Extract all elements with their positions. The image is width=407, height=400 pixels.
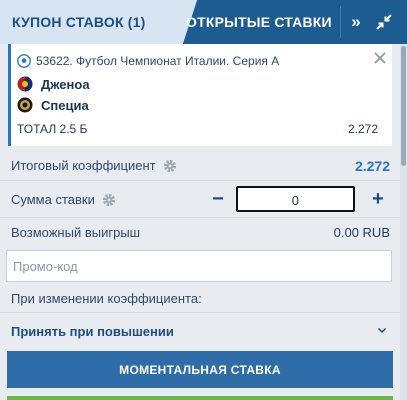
divider bbox=[0, 312, 407, 313]
double-chevron-right-icon[interactable]: » bbox=[341, 0, 371, 44]
odds-change-select[interactable]: Принять при повышении bbox=[0, 316, 400, 346]
tab-coupon[interactable]: КУПОН СТАВОК (1) bbox=[0, 0, 175, 44]
stake-increase-button[interactable]: + bbox=[360, 181, 396, 217]
market-odd: 2.272 bbox=[347, 122, 378, 136]
betslip-tabbar: КУПОН СТАВОК (1) ОТКРЫТЫЕ СТАВКИ » bbox=[0, 0, 407, 44]
promo-code-placeholder: Промо-код bbox=[13, 259, 78, 274]
scrollbar-thumb[interactable] bbox=[401, 46, 406, 166]
team-away-name: Специа bbox=[41, 97, 89, 113]
total-odds-value: 2.272 bbox=[354, 158, 390, 174]
spezia-logo-icon bbox=[17, 97, 33, 113]
odds-change-selected: Принять при повышении bbox=[11, 324, 174, 339]
gear-icon[interactable] bbox=[102, 193, 116, 207]
team-home-name: Дженоа bbox=[41, 76, 90, 92]
stake-row: Сумма ставки bbox=[11, 192, 116, 207]
stake-value: 0 bbox=[291, 193, 299, 208]
total-odds-row: Итоговый коэффициент bbox=[11, 158, 177, 173]
chevron-down-icon bbox=[377, 327, 387, 334]
stake-label: Сумма ставки bbox=[11, 192, 95, 207]
bet-card: 53622. Футбол Чемпионат Италии. Серия А … bbox=[8, 44, 392, 146]
possible-win-value: 0.00 RUB bbox=[333, 225, 390, 240]
team-home: Дженоа bbox=[17, 76, 90, 92]
total-odds-label: Итоговый коэффициент bbox=[11, 158, 156, 173]
stake-input[interactable]: 0 bbox=[236, 186, 355, 212]
event-title: 53622. Футбол Чемпионат Италии. Серия А bbox=[36, 54, 280, 68]
tab-open-bets[interactable]: ОТКРЫТЫЕ СТАВКИ bbox=[186, 0, 336, 44]
event-header: 53622. Футбол Чемпионат Италии. Серия А bbox=[17, 54, 279, 68]
stake-decrease-button[interactable]: − bbox=[200, 181, 236, 217]
fast-bet-button[interactable]: МОМЕНТАЛЬНАЯ СТАВКА bbox=[7, 351, 393, 388]
gear-icon[interactable] bbox=[163, 159, 177, 173]
odds-change-label: При изменении коэффициента: bbox=[11, 291, 202, 306]
divider bbox=[0, 217, 407, 218]
close-icon[interactable] bbox=[372, 50, 388, 66]
genoa-logo-icon bbox=[17, 76, 33, 92]
market-name: ТОТАЛ 2.5 Б bbox=[17, 122, 88, 136]
football-icon bbox=[17, 54, 31, 68]
place-bet-button-edge[interactable] bbox=[7, 396, 393, 400]
promo-code-input[interactable]: Промо-код bbox=[6, 250, 392, 282]
team-away: Специа bbox=[17, 97, 89, 113]
possible-win-label: Возможный выигрыш bbox=[11, 225, 141, 240]
collapse-arrows-icon[interactable] bbox=[369, 0, 399, 44]
